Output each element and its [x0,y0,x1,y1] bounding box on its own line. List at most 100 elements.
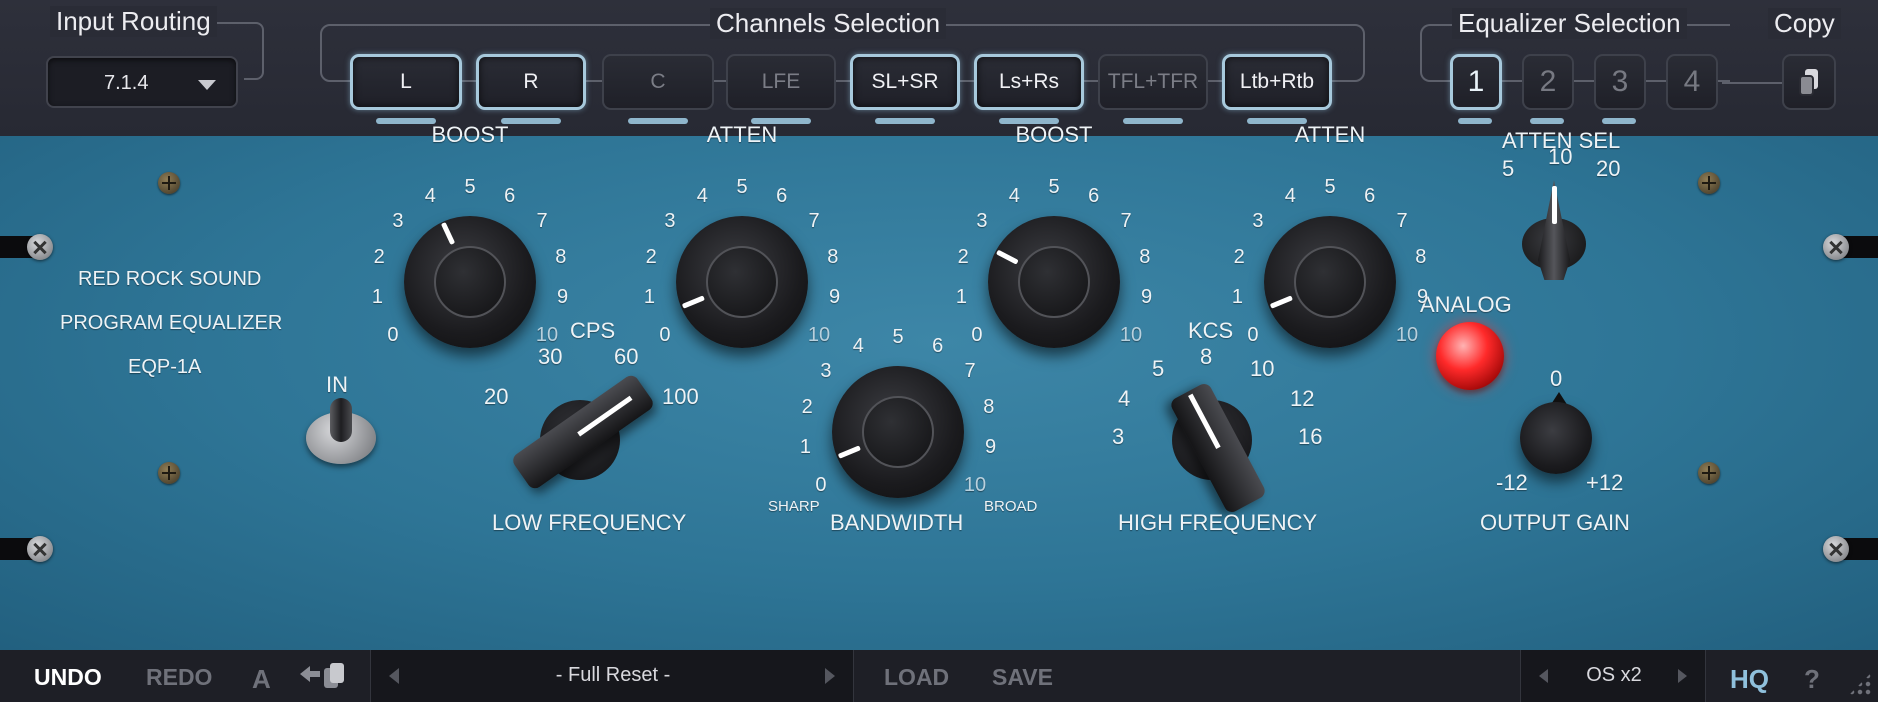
hf-boost-scale-6: 6 [1088,184,1100,207]
channel-button-3[interactable]: LFE [726,54,836,110]
lf-boost-scale-10: 10 [535,323,559,346]
channel-indicator [501,118,561,124]
high-frequency-label: HIGH FREQUENCY [1118,510,1318,535]
hf-atten-scale-9: 9 [1417,286,1429,309]
lf-boost-label: BOOST [431,122,509,147]
resize-handle-icon[interactable] [1848,672,1872,696]
hf-atten-scale-8: 8 [1415,245,1427,268]
lf-boost-knob[interactable] [404,216,536,348]
channels-selection-title: Channels Selection [710,8,947,39]
output-gain-min: -12 [1496,470,1528,495]
help-button[interactable]: ? [1804,664,1820,695]
bandwidth-knob[interactable] [832,366,964,498]
input-routing-value: 7.1.4 [104,72,149,94]
bandwidth-pointer [837,445,861,460]
lf-atten-scale-2: 2 [645,245,657,268]
lf-option-30: 30 [538,344,563,369]
ab-copy-icon[interactable] [298,662,348,690]
equalizer-button-1[interactable]: 2 [1522,54,1574,110]
input-routing-dropdown[interactable]: 7.1.4 [46,56,238,108]
hf-option-8: 8 [1200,344,1213,369]
bandwidth-scale-9: 9 [985,436,997,459]
bandwidth-scale-0: 0 [815,473,827,496]
in-toggle-switch[interactable] [306,398,376,468]
analog-led-button[interactable] [1436,322,1504,390]
hq-button[interactable]: HQ [1730,664,1769,695]
ab-compare-button[interactable]: A [252,664,271,695]
lf-boost-scale-0: 0 [387,323,399,346]
channel-button-5[interactable]: Ls+Rs [974,54,1084,110]
brand-line-2: PROGRAM EQUALIZER [60,312,283,334]
chevron-right-icon[interactable] [825,668,835,684]
hf-option-5: 5 [1152,356,1165,381]
equalizer-button-2[interactable]: 3 [1594,54,1646,110]
hf-atten-scale-4: 4 [1284,184,1296,207]
channel-button-4[interactable]: SL+SR [850,54,960,110]
lf-boost-pointer [440,222,455,246]
preset-selector[interactable]: - Full Reset - [370,650,854,702]
undo-button[interactable]: UNDO [34,664,102,691]
bandwidth-scale-3: 3 [820,359,832,382]
load-button[interactable]: LOAD [884,664,949,691]
lf-atten-scale-10: 10 [807,323,831,346]
hf-atten-scale-1: 1 [1231,286,1243,309]
channel-indicator [376,118,436,124]
hf-atten-scale-10: 10 [1395,323,1419,346]
equalizer-button-0[interactable]: 1 [1450,54,1502,110]
atten-sel-knob[interactable] [1518,180,1590,280]
lf-boost-scale-2: 2 [373,245,385,268]
channel-button-2[interactable]: C [602,54,714,110]
hf-boost-scale-5: 5 [1048,176,1060,198]
oversampling-selector[interactable]: OS x2 [1520,650,1706,702]
lf-boost-scale-4: 4 [424,184,436,207]
channel-button-0[interactable]: L [350,54,462,110]
copy-button[interactable] [1782,54,1836,110]
output-gain-knob[interactable] [1520,402,1592,474]
input-routing-title: Input Routing [50,6,217,37]
output-gain-zero: 0 [1550,366,1563,391]
lf-boost-scale-8: 8 [555,245,567,268]
lf-atten-knob[interactable] [676,216,808,348]
chevron-down-icon [198,80,216,90]
lf-atten-scale-4: 4 [696,184,708,207]
hf-atten-knob[interactable] [1264,216,1396,348]
equalizer-button-3[interactable]: 4 [1666,54,1718,110]
hf-boost-scale-8: 8 [1139,245,1151,268]
bandwidth-scale-10: 10 [963,473,987,496]
hf-atten-pointer [1269,295,1293,310]
lf-atten-pointer [681,295,705,310]
chevron-right-icon[interactable] [1678,669,1687,683]
atten-sel-option-5: 5 [1502,156,1515,181]
lf-boost-scale-6: 6 [504,184,516,207]
channel-button-1[interactable]: R [476,54,586,110]
channel-button-7[interactable]: Ltb+Rtb [1222,54,1332,110]
kcs-label: KCS [1188,318,1234,343]
output-gain-max: +12 [1586,470,1624,495]
hf-boost-knob[interactable] [988,216,1120,348]
lf-atten-scale-3: 3 [664,209,676,232]
hf-boost-scale-2: 2 [957,245,969,268]
hf-atten-scale-3: 3 [1252,209,1264,232]
routing-bracket-side [244,50,264,80]
channel-button-6[interactable]: TFL+TFR [1098,54,1208,110]
screw-icon [158,172,180,194]
bandwidth-scale-4: 4 [852,334,864,357]
equalizer-selection-title: Equalizer Selection [1452,8,1687,39]
screw-icon [27,536,53,562]
bandwidth-scale-8: 8 [983,395,995,418]
preset-name: - Full Reset - [555,664,671,686]
lf-option-60: 60 [614,344,639,369]
bandwidth-label: BANDWIDTH [830,510,964,535]
atten-sel-pointer [1552,186,1557,224]
hf-atten-scale-5: 5 [1324,176,1336,198]
lf-atten-scale-7: 7 [808,209,820,232]
channel-indicator [628,118,688,124]
save-button[interactable]: SAVE [992,664,1053,691]
hf-option-3: 3 [1112,424,1125,449]
copy-title: Copy [1768,8,1841,39]
bandwidth-scale-7: 7 [964,359,976,382]
bandwidth-broad-label: BROAD [984,498,1038,515]
lf-atten-scale-8: 8 [827,245,839,268]
redo-button[interactable]: REDO [146,664,212,691]
hf-atten-scale-2: 2 [1233,245,1245,268]
